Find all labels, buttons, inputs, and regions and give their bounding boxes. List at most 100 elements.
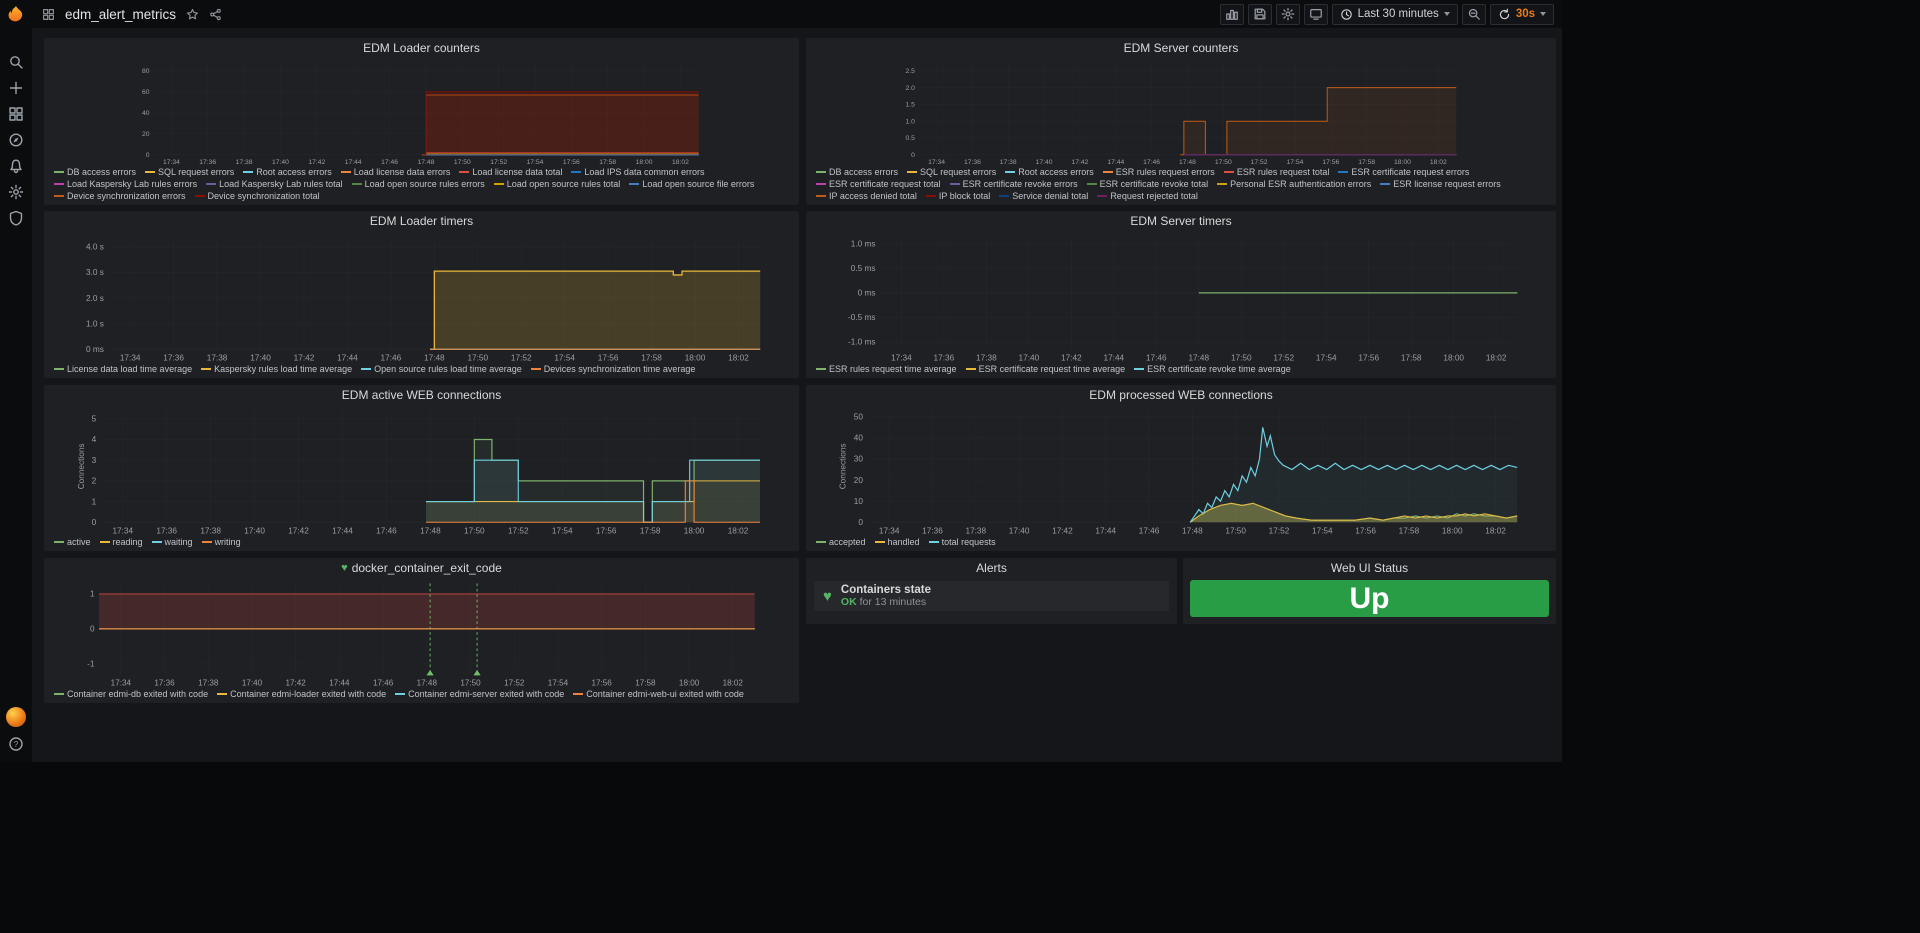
sidebar-item-search[interactable] bbox=[3, 52, 29, 72]
chart-docker-container-exit-code[interactable]: 17:3417:3617:3817:4017:4217:4417:4617:48… bbox=[44, 578, 799, 688]
legend-item[interactable]: Personal ESR authentication errors bbox=[1217, 178, 1371, 190]
settings-gear-icon bbox=[8, 184, 24, 200]
legend-item[interactable]: Load Kaspersky Lab rules total bbox=[206, 178, 343, 190]
legend-item[interactable]: Root access errors bbox=[1005, 166, 1094, 178]
grafana-logo[interactable] bbox=[0, 0, 32, 30]
legend-item[interactable]: Load IPS data common errors bbox=[571, 166, 704, 178]
legend-item[interactable]: ESR certificate request total bbox=[816, 178, 941, 190]
legend-item[interactable]: ESR certificate request errors bbox=[1338, 166, 1469, 178]
panel-header[interactable]: EDM active WEB connections bbox=[44, 385, 799, 405]
legend-item[interactable]: Kaspersky rules load time average bbox=[201, 363, 352, 375]
legend-swatch bbox=[1103, 171, 1113, 173]
dashboard-title[interactable]: edm_alert_metrics bbox=[65, 7, 176, 22]
chart-edm-active-web-connections[interactable]: 17:3417:3617:3817:4017:4217:4417:4617:48… bbox=[44, 405, 799, 536]
legend-item[interactable]: SQL request errors bbox=[145, 166, 234, 178]
legend-item[interactable]: Container edmi-server exited with code bbox=[395, 688, 564, 700]
sidebar-item-create[interactable] bbox=[3, 78, 29, 98]
legend-item[interactable]: Open source rules load time average bbox=[361, 363, 522, 375]
x-tick-label: 17:58 bbox=[599, 159, 616, 166]
legend-item[interactable]: handled bbox=[875, 536, 920, 548]
legend-item[interactable]: Container edmi-db exited with code bbox=[54, 688, 208, 700]
legend-item[interactable]: Load open source rules total bbox=[494, 178, 621, 190]
panel-header[interactable]: Alerts bbox=[806, 558, 1177, 578]
legend-item[interactable]: ESR rules request time average bbox=[816, 363, 957, 375]
add-panel-button[interactable] bbox=[1220, 4, 1244, 25]
legend-item[interactable]: reading bbox=[100, 536, 143, 548]
legend-item[interactable]: Load open source rules errors bbox=[352, 178, 485, 190]
x-tick-label: 18:00 bbox=[1394, 159, 1411, 166]
sidebar-item-server-admin[interactable] bbox=[3, 208, 29, 228]
legend-item[interactable]: ESR rules request errors bbox=[1103, 166, 1215, 178]
legend-item[interactable]: Container edmi-loader exited with code bbox=[217, 688, 386, 700]
legend-item[interactable]: Load open source file errors bbox=[629, 178, 754, 190]
panel-alerts: Alerts ♥ Containers state OK for 13 minu… bbox=[806, 558, 1177, 624]
alert-rule-name[interactable]: Containers state bbox=[841, 584, 931, 596]
legend-item[interactable]: Load license data total bbox=[459, 166, 562, 178]
panel-header[interactable]: EDM processed WEB connections bbox=[806, 385, 1556, 405]
panel-header[interactable]: EDM Server timers bbox=[806, 211, 1556, 231]
legend-item[interactable]: ESR certificate revoke total bbox=[1087, 178, 1209, 190]
legend-item[interactable]: DB access errors bbox=[816, 166, 898, 178]
panel-header[interactable]: EDM Loader timers bbox=[44, 211, 799, 231]
legend-item[interactable]: License data load time average bbox=[54, 363, 192, 375]
legend-item[interactable]: SQL request errors bbox=[907, 166, 996, 178]
chart-edm-processed-web-connections[interactable]: 17:3417:3617:3817:4017:4217:4417:4617:48… bbox=[806, 405, 1556, 536]
legend-item[interactable]: active bbox=[54, 536, 91, 548]
sidebar-item-dashboards[interactable] bbox=[3, 104, 29, 124]
legend-item[interactable]: ESR certificate revoke time average bbox=[1134, 363, 1291, 375]
legend-item[interactable]: Load Kaspersky Lab rules errors bbox=[54, 178, 197, 190]
legend-item[interactable]: ESR certificate request time average bbox=[966, 363, 1126, 375]
help-icon[interactable]: ? bbox=[3, 734, 29, 754]
time-range-picker[interactable]: Last 30 minutes bbox=[1332, 4, 1458, 25]
x-tick-label: 17:44 bbox=[332, 526, 353, 535]
legend-label: ESR certificate revoke errors bbox=[963, 178, 1078, 190]
legend-item[interactable]: Root access errors bbox=[243, 166, 332, 178]
legend-item[interactable]: ESR license request errors bbox=[1380, 178, 1501, 190]
panel-header[interactable]: EDM Loader counters bbox=[44, 38, 799, 58]
chart-edm-loader-timers[interactable]: 17:3417:3617:3817:4017:4217:4417:4617:48… bbox=[44, 231, 799, 363]
alert-rule-item[interactable]: ♥ Containers state OK for 13 minutes bbox=[814, 581, 1169, 611]
web-ui-status-stat[interactable]: Up bbox=[1190, 580, 1549, 617]
annotation-marker[interactable] bbox=[473, 670, 480, 675]
chart-edm-loader-counters[interactable]: 17:3417:3617:3817:4017:4217:4417:4617:48… bbox=[44, 58, 799, 166]
refresh-button[interactable]: 30s bbox=[1490, 4, 1554, 25]
legend-item[interactable]: accepted bbox=[816, 536, 866, 548]
zoom-out-button[interactable] bbox=[1462, 4, 1486, 25]
cycle-view-button[interactable] bbox=[1304, 4, 1328, 25]
save-dashboard-button[interactable] bbox=[1248, 4, 1272, 25]
chart-edm-server-timers[interactable]: 17:3417:3617:3817:4017:4217:4417:4617:48… bbox=[806, 231, 1556, 363]
legend-item[interactable]: Devices synchronization time average bbox=[531, 363, 696, 375]
legend-item[interactable]: ESR certificate revoke errors bbox=[950, 178, 1078, 190]
sidebar-item-configuration[interactable] bbox=[3, 182, 29, 202]
legend-item[interactable]: Service denial total bbox=[999, 190, 1088, 202]
share-dashboard-button[interactable] bbox=[207, 6, 224, 23]
favorite-star-button[interactable] bbox=[184, 6, 201, 23]
legend-item[interactable]: Device synchronization errors bbox=[54, 190, 186, 202]
dashboard-settings-button[interactable] bbox=[1276, 4, 1300, 25]
sidebar-item-explore[interactable] bbox=[3, 130, 29, 150]
legend-item[interactable]: waiting bbox=[152, 536, 193, 548]
legend-item[interactable]: IP access denied total bbox=[816, 190, 917, 202]
question-circle-icon: ? bbox=[8, 736, 24, 752]
legend-item[interactable]: Load license data errors bbox=[341, 166, 451, 178]
legend-item[interactable]: Container edmi-web-ui exited with code bbox=[573, 688, 744, 700]
panel-header[interactable]: EDM Server counters bbox=[806, 38, 1556, 58]
legend-item[interactable]: ESR rules request total bbox=[1224, 166, 1330, 178]
legend-item[interactable]: Request rejected total bbox=[1097, 190, 1198, 202]
panel-header[interactable]: ♥ docker_container_exit_code bbox=[44, 558, 799, 578]
user-avatar[interactable] bbox=[3, 707, 29, 727]
legend-label: handled bbox=[888, 536, 920, 548]
legend-item[interactable]: writing bbox=[202, 536, 241, 548]
legend-swatch bbox=[816, 541, 826, 543]
legend-item[interactable]: Device synchronization total bbox=[195, 190, 320, 202]
panel-header[interactable]: Web UI Status bbox=[1183, 558, 1556, 578]
legend-label: ESR certificate request time average bbox=[979, 363, 1126, 375]
legend-label: Service denial total bbox=[1012, 190, 1088, 202]
y-axis-label: Connections bbox=[839, 443, 848, 489]
chart-edm-server-counters[interactable]: 17:3417:3617:3817:4017:4217:4417:4617:48… bbox=[806, 58, 1556, 166]
legend-item[interactable]: DB access errors bbox=[54, 166, 136, 178]
legend-item[interactable]: total requests bbox=[929, 536, 996, 548]
sidebar-item-alerting[interactable] bbox=[3, 156, 29, 176]
legend-item[interactable]: IP block total bbox=[926, 190, 990, 202]
annotation-marker[interactable] bbox=[426, 670, 433, 675]
